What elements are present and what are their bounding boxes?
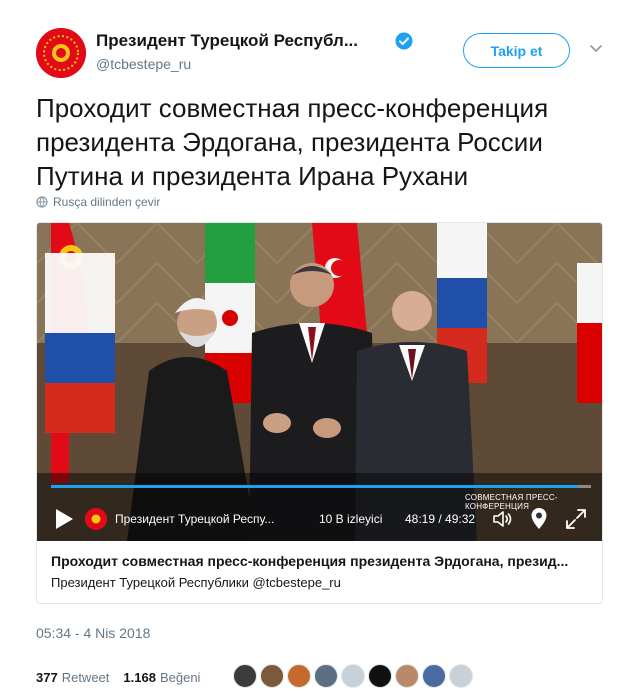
liker-avatar[interactable] xyxy=(341,664,365,688)
account-handle[interactable]: @tcbestepe_ru xyxy=(96,56,191,72)
chevron-down-icon[interactable] xyxy=(588,40,604,56)
retweet-count[interactable]: 377 xyxy=(36,670,58,685)
liker-avatar[interactable] xyxy=(395,664,419,688)
like-count[interactable]: 1.168 xyxy=(123,670,156,685)
translate-label: Rusça dilinden çevir xyxy=(53,195,161,209)
presidential-seal-icon xyxy=(36,28,86,78)
pin-icon[interactable] xyxy=(530,507,548,531)
liker-avatar[interactable] xyxy=(422,664,446,688)
video-time: 48:19 / 49:32 xyxy=(405,512,476,526)
liker-avatar[interactable] xyxy=(260,664,284,688)
tweet-header: Президент Турецкой Республ... @tcbestepe… xyxy=(36,26,604,82)
video-channel-name[interactable]: Президент Турецкой Респу... xyxy=(115,512,274,526)
video-player[interactable]: СОВМЕСТНАЯ ПРЕСС-КОНФЕРЕНЦИЯ Президент Т… xyxy=(37,223,602,541)
tweet-timestamp[interactable]: 05:34 - 4 Nis 2018 xyxy=(36,625,150,641)
video-progress-fill xyxy=(51,485,578,488)
tweet-stats: 377 Retweet 1.168 Beğeni xyxy=(36,665,214,689)
liker-avatar[interactable] xyxy=(368,664,392,688)
liker-avatar[interactable] xyxy=(287,664,311,688)
video-controls: Президент Турецкой Респу... 10 B izleyic… xyxy=(37,501,602,541)
account-avatar[interactable] xyxy=(36,28,86,78)
follow-button[interactable]: Takip et xyxy=(463,33,570,68)
channel-avatar xyxy=(85,508,107,530)
card-title[interactable]: Проходит совместная пресс-конференция пр… xyxy=(51,553,591,569)
video-progress-bar[interactable] xyxy=(51,485,591,488)
liker-avatar[interactable] xyxy=(314,664,338,688)
video-view-count: 10 B izleyici xyxy=(319,512,383,526)
globe-icon xyxy=(36,196,48,208)
play-icon[interactable] xyxy=(53,507,75,531)
retweet-label[interactable]: Retweet xyxy=(62,670,110,685)
fullscreen-icon[interactable] xyxy=(565,508,587,530)
verified-badge-icon xyxy=(395,32,413,50)
liker-avatar[interactable] xyxy=(233,664,257,688)
tweet-text: Проходит совместная пресс-конференция пр… xyxy=(36,93,549,191)
like-label[interactable]: Beğeni xyxy=(160,670,200,685)
volume-icon[interactable] xyxy=(492,509,514,529)
presidential-seal-icon xyxy=(85,508,107,530)
card-subtitle: Президент Турецкой Республики @tcbestepe… xyxy=(51,575,341,590)
display-name[interactable]: Президент Турецкой Республ... xyxy=(96,31,358,51)
liker-avatars xyxy=(233,664,473,688)
translate-link[interactable]: Rusça dilinden çevir xyxy=(36,195,160,209)
liker-avatar[interactable] xyxy=(449,664,473,688)
media-card[interactable]: СОВМЕСТНАЯ ПРЕСС-КОНФЕРЕНЦИЯ Президент Т… xyxy=(36,222,603,604)
